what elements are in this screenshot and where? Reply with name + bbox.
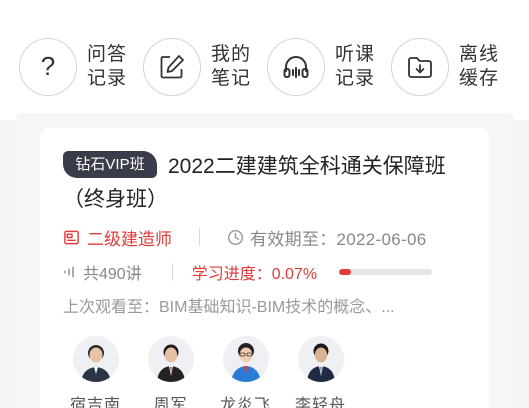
avatar xyxy=(297,336,344,382)
certificate-icon xyxy=(63,229,80,246)
teacher-name: 龙炎飞 xyxy=(219,397,271,408)
quick-action-label: 笔记 xyxy=(211,68,252,89)
quick-action-listen-records[interactable]: 听课 记录 xyxy=(267,37,375,97)
teacher-name: 周军 xyxy=(153,397,188,408)
audio-icon xyxy=(64,266,74,278)
quick-actions-bar: ? 问答 记录 我的 笔记 听课 记录 离线 缓存 xyxy=(0,0,529,120)
course-meta-row: 二级建造师 有效期至：2022-06-06 xyxy=(63,224,426,250)
quick-action-label: 记录 xyxy=(87,68,128,89)
progress-bar-fill xyxy=(339,269,352,275)
course-category: 二级建造师 xyxy=(87,229,172,249)
divider xyxy=(171,263,173,281)
lecture-count: 共490讲 xyxy=(83,266,142,283)
progress-label: 学习进度：0.07% xyxy=(191,266,318,283)
download-folder-icon xyxy=(391,38,449,96)
course-progress-row: 共490讲 学习进度：0.07% xyxy=(63,259,433,285)
teacher-list: 宿吉南 周军 龙炎飞 李轻舟 xyxy=(59,336,359,408)
teacher-item[interactable]: 周军 xyxy=(134,336,207,408)
teacher-item[interactable]: 李轻舟 xyxy=(284,336,357,408)
quick-action-my-notes[interactable]: 我的 笔记 xyxy=(143,37,251,97)
teacher-name: 宿吉南 xyxy=(69,397,121,408)
headphones-icon xyxy=(267,38,325,96)
divider xyxy=(199,228,200,246)
avatar xyxy=(72,336,119,382)
progress-bar xyxy=(339,269,433,275)
quick-action-label: 问答 xyxy=(87,44,128,65)
question-icon: ? xyxy=(19,38,77,96)
teacher-item[interactable]: 龙炎飞 xyxy=(209,336,282,408)
quick-action-label: 离线 xyxy=(459,44,500,65)
teacher-name: 李轻舟 xyxy=(294,397,346,408)
vip-badge: 钻石VIP班 xyxy=(63,151,157,178)
quick-action-label: 听课 xyxy=(335,44,376,65)
quick-action-label: 记录 xyxy=(335,68,376,89)
last-watched[interactable]: 上次观看至：BIM基础知识-BIM技术的概念、... xyxy=(63,296,463,320)
quick-action-qa-records[interactable]: ? 问答 记录 xyxy=(19,37,127,97)
clock-icon xyxy=(227,229,244,246)
edit-note-icon xyxy=(143,38,201,96)
teacher-item[interactable]: 宿吉南 xyxy=(59,336,132,408)
avatar xyxy=(222,336,269,382)
expiry-date: 有效期至：2022-06-06 xyxy=(250,229,427,249)
quick-action-offline-cache[interactable]: 离线 缓存 xyxy=(391,37,499,97)
svg-text:?: ? xyxy=(41,52,55,81)
avatar xyxy=(147,336,194,382)
quick-action-label: 缓存 xyxy=(459,68,500,89)
quick-action-label: 我的 xyxy=(211,44,252,65)
